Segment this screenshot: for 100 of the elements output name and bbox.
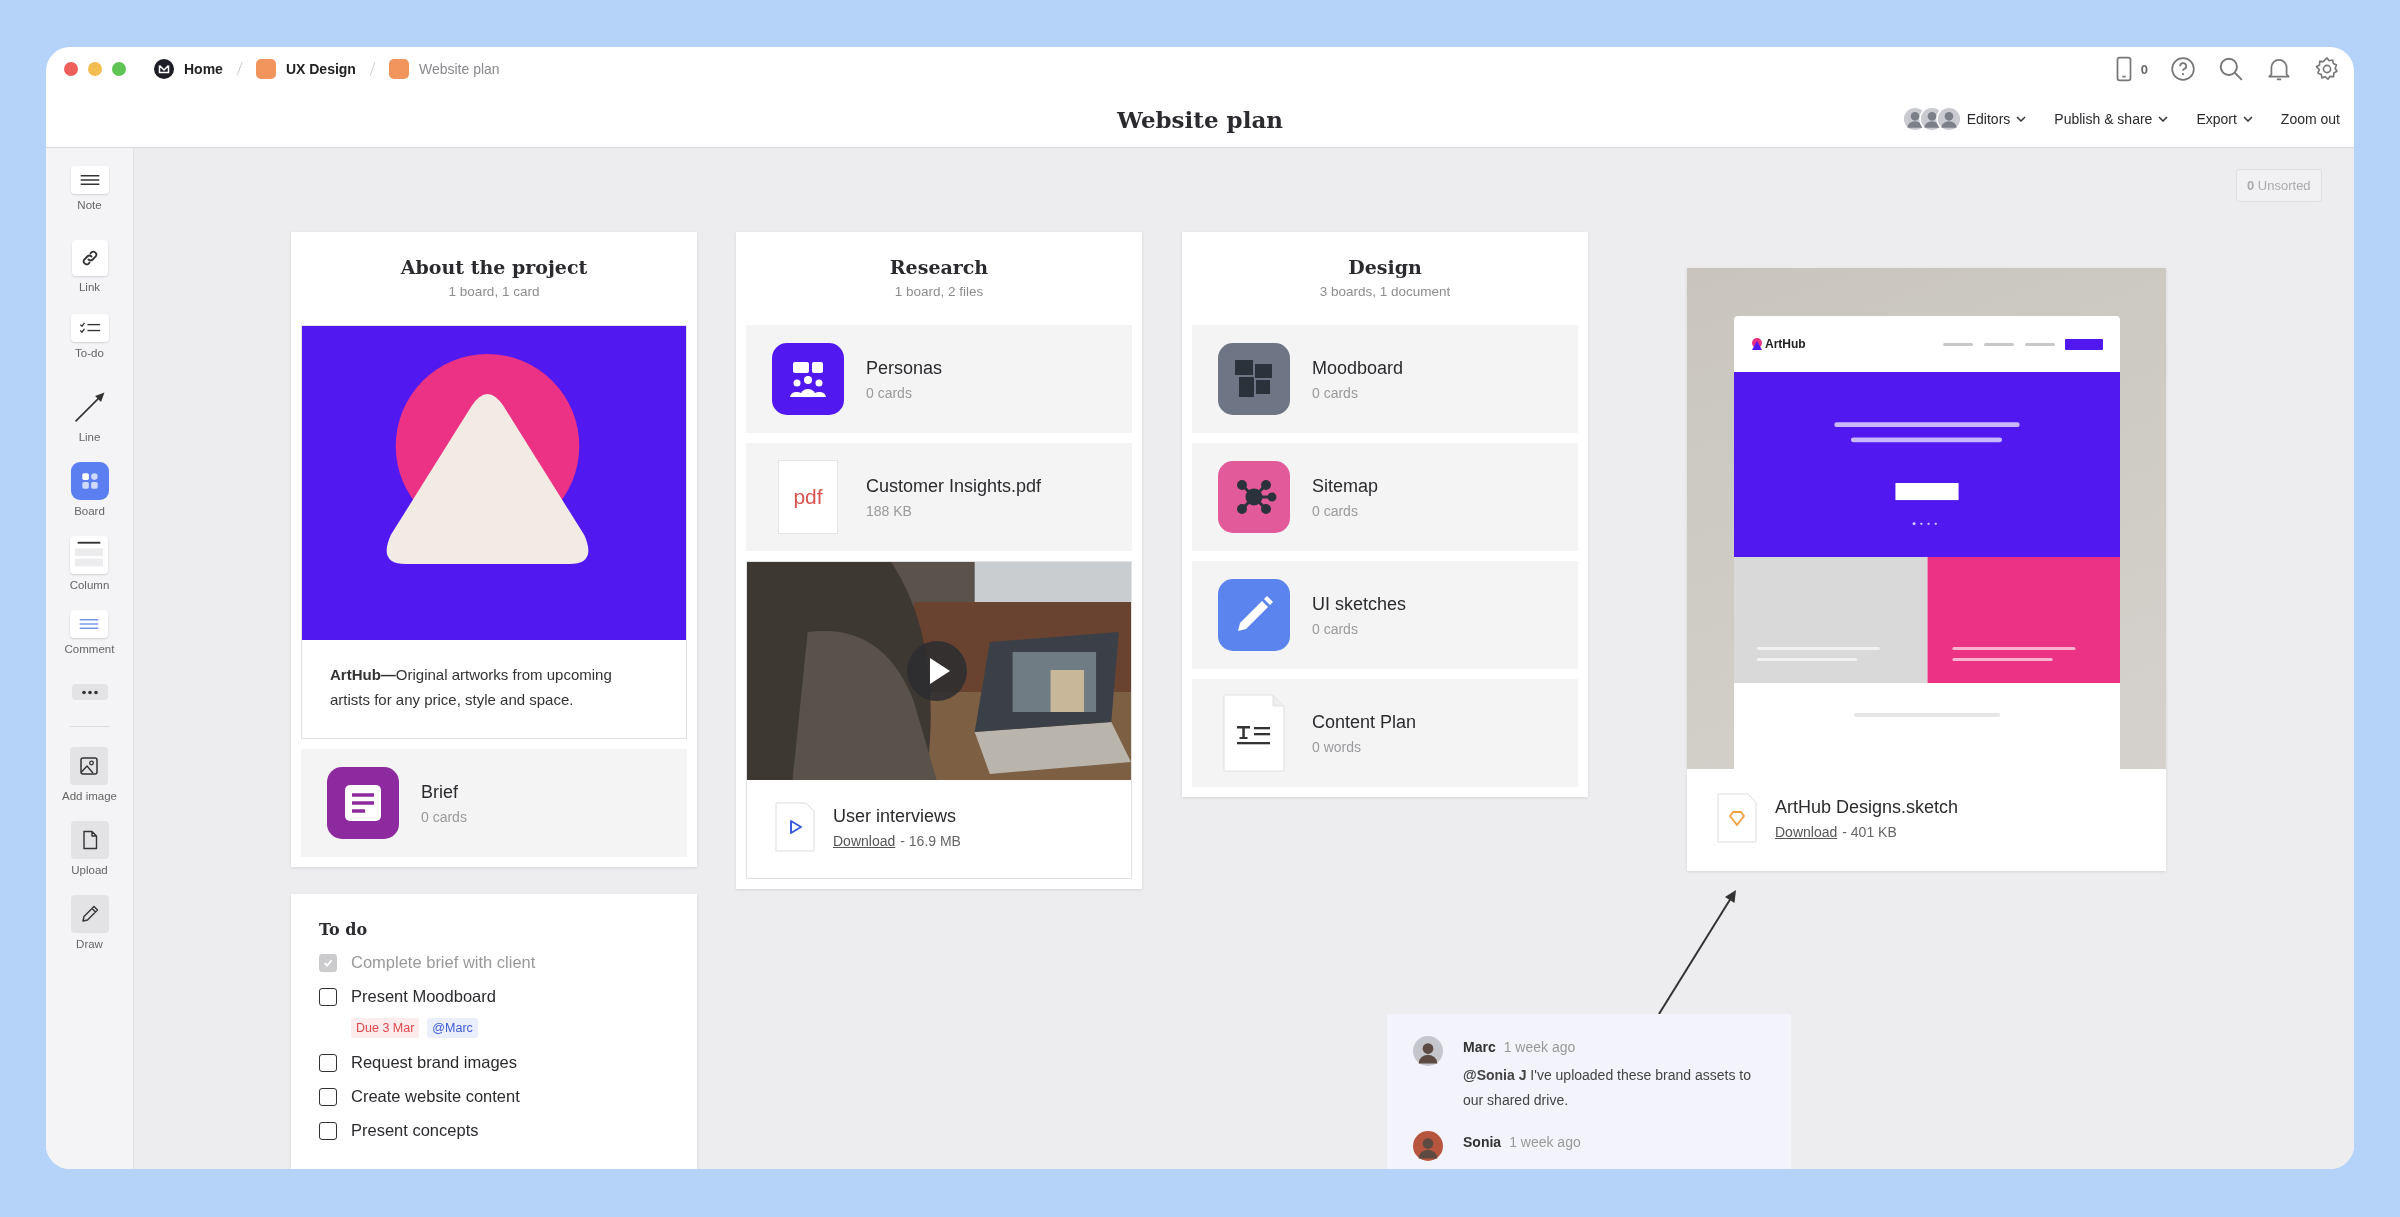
pencil-icon — [79, 904, 100, 924]
column-title: Research — [888, 256, 990, 278]
pdf-file-icon: pdf — [778, 460, 838, 534]
board-meta: 0 cards — [866, 384, 913, 401]
checkbox[interactable] — [319, 1087, 337, 1106]
file-item[interactable]: pdf Customer Insights.pdf 188 KB — [746, 443, 1132, 551]
board-item[interactable]: Moodboard 0 cards — [1192, 325, 1578, 433]
help-icon[interactable] — [2170, 56, 2196, 82]
file-name: ArtHub Designs.sketch — [1775, 796, 1959, 818]
comment-text: @Sonia J I've uploaded these brand assets to our shared drive. — [1463, 1066, 1752, 1110]
todo-text: Present Moodboard — [351, 987, 496, 1006]
close-button[interactable] — [64, 62, 78, 76]
board-meta: 0 cards — [1312, 620, 1359, 637]
file-size: - 16.9 MB — [900, 832, 961, 849]
tool-button[interactable] — [70, 166, 109, 194]
board-name: UI sketches — [1312, 593, 1407, 615]
board-meta: 0 cards — [1312, 502, 1359, 519]
brand-logo-icon — [1751, 338, 1763, 350]
column-subtitle: 1 board, 1 card — [447, 284, 541, 299]
board-item[interactable]: Personas 0 cards — [746, 325, 1132, 433]
header-action[interactable]: Export — [2196, 107, 2253, 131]
avatar — [1413, 1131, 1443, 1161]
breadcrumb-link[interactable]: Home — [154, 59, 223, 79]
comment-icon — [78, 618, 101, 630]
tool-label: Column — [69, 579, 110, 591]
column-title: Design — [1347, 256, 1423, 278]
tool-button[interactable] — [70, 747, 109, 785]
tool-label: Note — [77, 199, 102, 211]
file-name: User interviews — [833, 805, 958, 827]
arrow-icon — [72, 390, 107, 424]
more-icon — [80, 689, 99, 695]
todo-text: Create website content — [351, 1087, 520, 1106]
column-subtitle: 3 boards, 1 document — [1318, 284, 1452, 299]
board-name: Brief — [421, 781, 459, 803]
download-link[interactable]: Download — [1775, 823, 1838, 840]
device-count: 0 — [2140, 61, 2148, 77]
document-name: Content Plan — [1312, 711, 1417, 733]
comment-time: 1 week ago — [1509, 1134, 1581, 1150]
tool-button[interactable] — [70, 314, 109, 342]
board-item[interactable]: Brief 0 cards — [301, 749, 687, 857]
tool-button[interactable] — [71, 684, 108, 700]
lines-icon — [78, 174, 101, 186]
comment-author: Sonia — [1463, 1134, 1502, 1150]
play-button[interactable] — [907, 641, 967, 701]
todo-text: Complete brief with client — [351, 953, 536, 972]
board-item[interactable]: Sitemap 0 cards — [1192, 443, 1578, 551]
tool-label: Upload — [71, 864, 108, 876]
board-meta: 0 cards — [421, 808, 467, 825]
note-text: ArtHub—Original artworks from upcoming artists for any price, style and space. — [329, 665, 613, 710]
todo-text: Present concepts — [351, 1121, 479, 1140]
document-meta: 0 words — [1312, 738, 1363, 755]
column-subtitle: 1 board, 2 files — [893, 284, 985, 299]
file-card[interactable]: ArtHub ArtHub Designs.sketch Download - 401 KB — [1687, 268, 2166, 871]
column-title: About the project — [399, 256, 589, 278]
tool-label: Link — [78, 281, 101, 293]
comment-author: Marc — [1463, 1039, 1496, 1055]
tool-button[interactable] — [70, 895, 109, 933]
home-logo-icon — [154, 59, 174, 79]
avatar — [1413, 1036, 1443, 1066]
header-action[interactable]: Publish & share — [2054, 107, 2169, 131]
checklist-icon — [78, 322, 101, 334]
brand-name: ArtHub — [1765, 337, 1806, 351]
notifications-icon[interactable] — [2266, 56, 2292, 82]
tool-label: Add image — [62, 790, 117, 802]
todo-tag[interactable]: Due 3 Mar — [351, 1018, 420, 1038]
tool-button[interactable] — [70, 821, 109, 859]
board-name: Sitemap — [1312, 475, 1379, 497]
tool-button[interactable] — [71, 240, 108, 276]
image-card[interactable]: ArtHub—Original artworks from upcoming artists for any price, style and space. — [301, 325, 687, 739]
checkbox[interactable] — [319, 1121, 337, 1140]
comment-time: 1 week ago — [1503, 1039, 1576, 1055]
breadcrumb-link[interactable]: Website plan — [388, 59, 500, 79]
file-size: - 401 KB — [1842, 823, 1897, 840]
video-file-icon — [775, 802, 815, 852]
tool-label: Comment — [64, 643, 115, 655]
breadcrumb-link[interactable]: UX Design — [255, 59, 356, 79]
board-name: Moodboard — [1312, 357, 1404, 379]
video-card[interactable]: User interviews Download - 16.9 MB — [746, 561, 1132, 879]
todo-text: Request brand images — [351, 1053, 517, 1072]
checkbox[interactable] — [319, 1053, 337, 1072]
board-item[interactable]: UI sketches 0 cards — [1192, 561, 1578, 669]
tool-label: To-do — [75, 347, 104, 359]
board-name: Personas — [866, 357, 943, 379]
avatar — [1935, 106, 1962, 132]
header-action[interactable]: Zoom out — [2280, 107, 2340, 131]
document-item[interactable]: Content Plan 0 words — [1192, 679, 1578, 787]
todo-tag[interactable]: @Marc — [427, 1018, 478, 1038]
download-link[interactable]: Download — [833, 832, 896, 849]
tool-label: Board — [74, 505, 105, 517]
settings-icon[interactable] — [2314, 56, 2340, 82]
file-size: 188 KB — [866, 502, 913, 519]
sketch-file-icon — [1717, 793, 1757, 843]
search-icon[interactable] — [2218, 56, 2244, 82]
tool-label: Line — [78, 431, 101, 443]
checkbox[interactable] — [319, 987, 337, 1006]
board-title: Website plan — [1116, 105, 1284, 133]
board-meta: 0 cards — [1312, 384, 1359, 401]
header-action[interactable]: Editors — [1966, 107, 2027, 131]
todo-title: To do — [319, 920, 369, 939]
tool-label: Draw — [76, 938, 103, 950]
